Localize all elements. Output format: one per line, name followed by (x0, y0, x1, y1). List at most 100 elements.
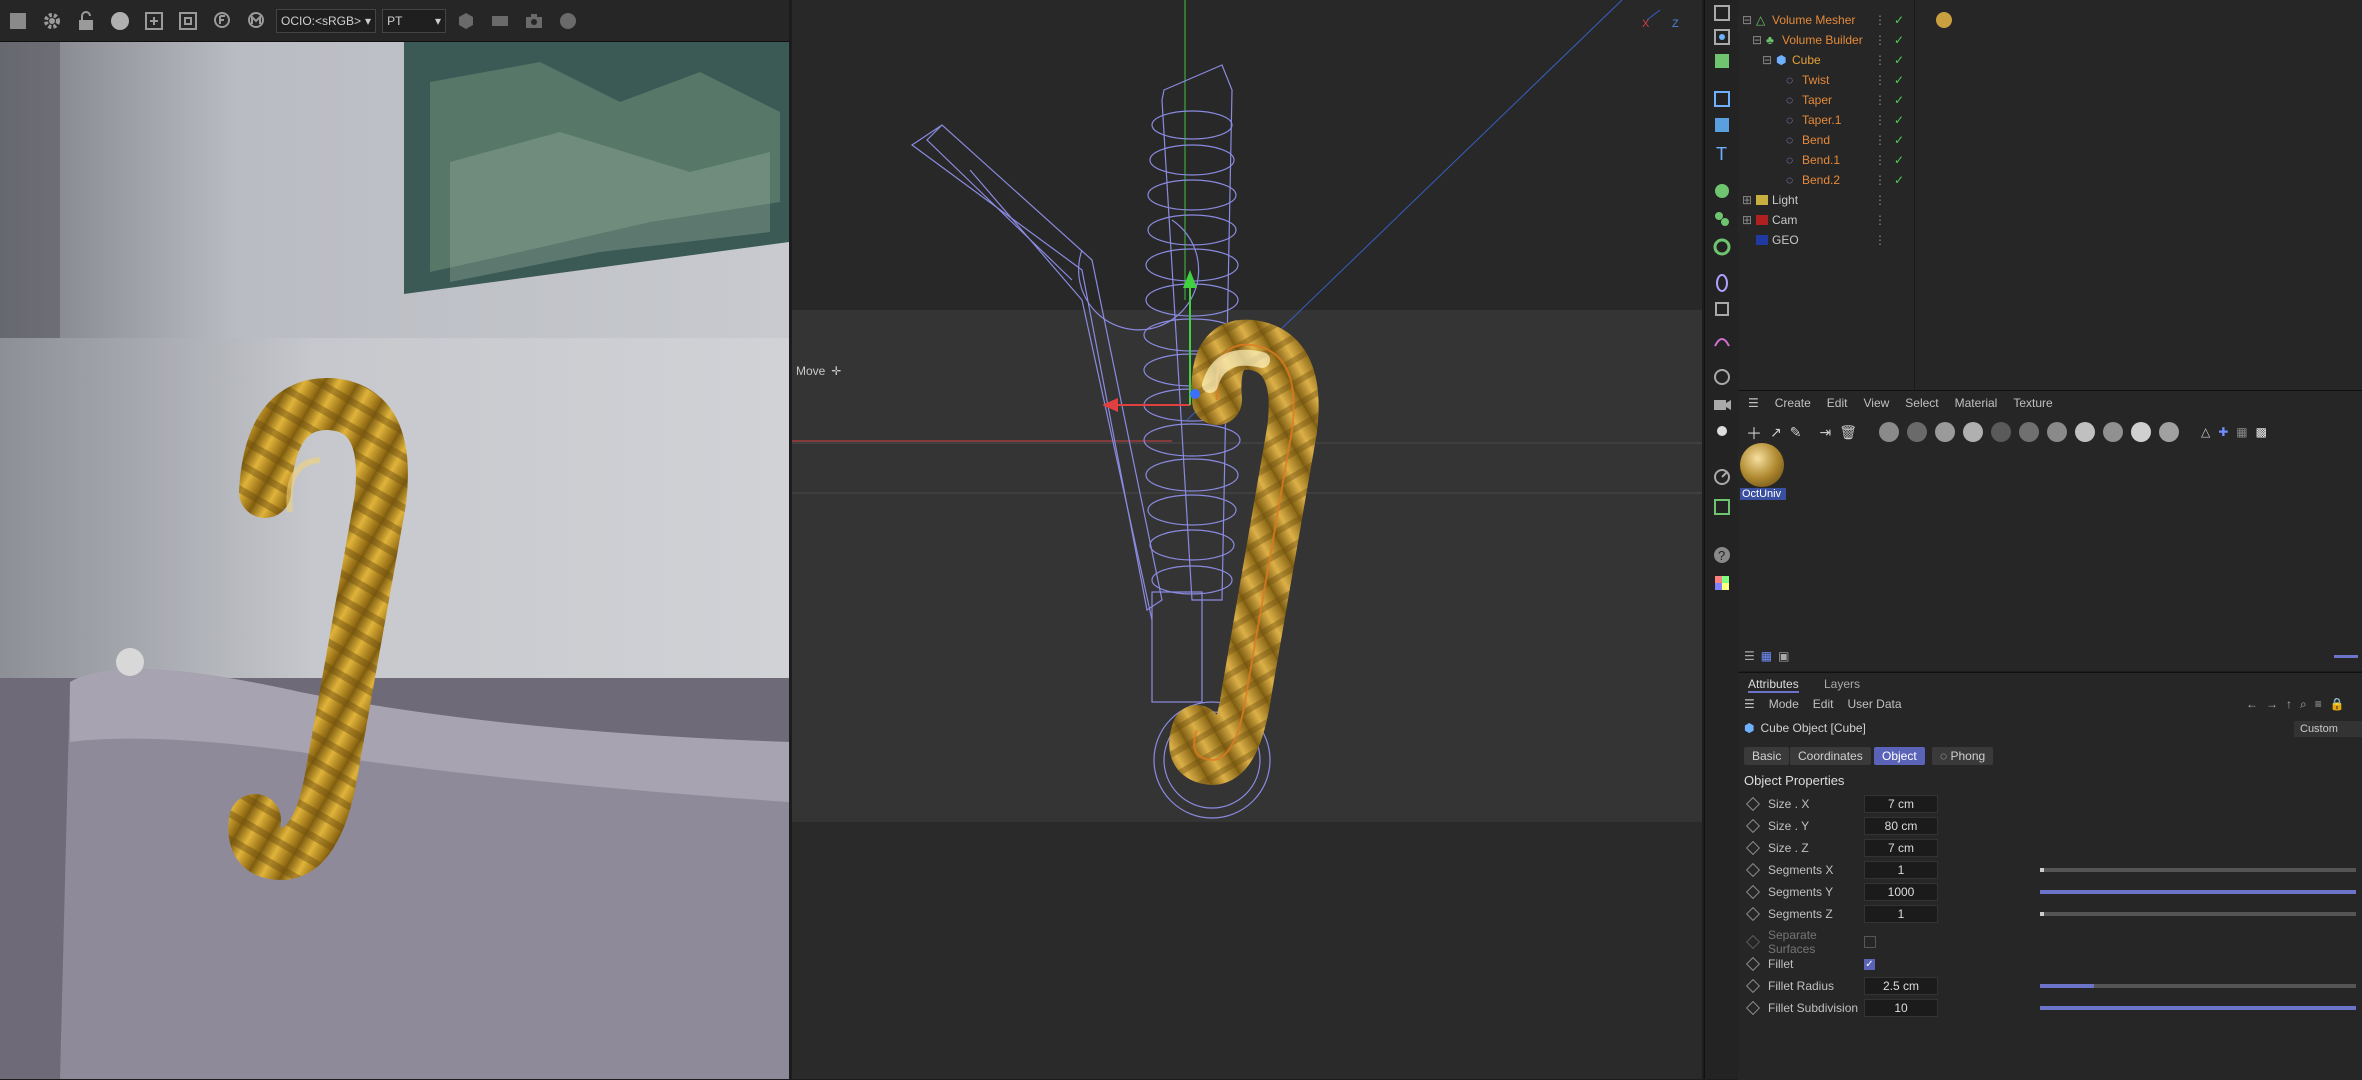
menu-view[interactable]: View (1863, 396, 1889, 410)
generator-gear-icon[interactable] (1711, 180, 1733, 202)
separate-surfaces-checkbox[interactable] (1864, 936, 1876, 948)
menu-mode[interactable]: Mode (1769, 697, 1799, 711)
material-preset-1-icon[interactable] (1879, 422, 1899, 442)
fillet-subdivision-slider[interactable] (2040, 1006, 2356, 1010)
material-preset-5-icon[interactable] (1991, 422, 2011, 442)
fillet-checkbox[interactable]: ✓ (1864, 958, 1875, 970)
hamburger-menu-icon[interactable]: ☰ (1748, 396, 1759, 410)
material-preset-4-icon[interactable] (1963, 422, 1983, 442)
tree-row-taper-1[interactable]: ◌ Taper.1 ⋮ ✓ (1738, 110, 2362, 130)
visibility-dots-icon[interactable]: ⋮ (1874, 53, 1886, 67)
keyframe-diamond-icon[interactable] (1745, 862, 1761, 878)
text-icon[interactable]: T (1711, 142, 1733, 164)
region-icon[interactable] (174, 7, 202, 35)
frame-icon[interactable] (1711, 88, 1733, 110)
visibility-dots-icon[interactable]: ⋮ (1874, 73, 1886, 87)
spline-icon[interactable] (1711, 330, 1733, 352)
keyframe-diamond-icon[interactable] (1745, 840, 1761, 856)
region-add-icon[interactable] (140, 7, 168, 35)
fillet-radius-input[interactable]: 2.5 cm (1864, 977, 1938, 995)
view-icon[interactable] (1711, 26, 1733, 48)
keyframe-diamond-icon[interactable] (1745, 884, 1761, 900)
measure-icon[interactable] (1711, 466, 1733, 488)
help-icon[interactable]: ? (1711, 544, 1733, 566)
add-icon[interactable]: ＋ (1746, 420, 1762, 444)
enabled-check-icon[interactable]: ✓ (1894, 113, 1904, 127)
enabled-check-icon[interactable]: ✓ (1894, 13, 1904, 27)
segments-y-input[interactable]: 1000 (1864, 883, 1938, 901)
visibility-dots-icon[interactable]: ⋮ (1874, 33, 1886, 47)
fillet-subdivision-input[interactable]: 10 (1864, 999, 1938, 1017)
enabled-check-icon[interactable]: ✓ (1894, 133, 1904, 147)
subtab-phong[interactable]: ◌ Phong (1932, 747, 1994, 765)
square-icon[interactable] (1711, 2, 1733, 24)
filter-icon[interactable]: ≡ (2315, 697, 2322, 712)
menu-user-data[interactable]: User Data (1847, 697, 1901, 711)
menu-edit[interactable]: Edit (1827, 396, 1848, 410)
segments-z-input[interactable]: 1 (1864, 905, 1938, 923)
slider-handle[interactable] (2040, 912, 2044, 916)
material-preset-3-icon[interactable] (1935, 422, 1955, 442)
node-editor-icon[interactable]: ✚ (2218, 425, 2228, 439)
segments-y-slider[interactable] (2040, 890, 2356, 894)
collapse-icon[interactable]: ⊟ (1762, 53, 1772, 67)
ocio-dropdown[interactable]: OCIO:<sRGB> ▾ (276, 8, 377, 33)
tab-attributes[interactable]: Attributes (1748, 677, 1799, 693)
menu-texture[interactable]: Texture (2013, 396, 2052, 410)
hamburger-menu-icon[interactable]: ☰ (1744, 697, 1755, 711)
tree-row-cube[interactable]: ⊟ ⬢ Cube ⋮ ✓ (1738, 50, 2362, 70)
segments-z-slider[interactable] (2040, 912, 2356, 916)
enabled-check-icon[interactable]: ✓ (1894, 33, 1904, 47)
material-preset-7-icon[interactable] (2047, 422, 2067, 442)
trash-icon[interactable]: 🗑 (1839, 424, 1857, 441)
enabled-check-icon[interactable]: ✓ (1894, 93, 1904, 107)
material-preset-11-icon[interactable] (2159, 422, 2179, 442)
large-view-icon[interactable]: ▣ (1778, 649, 1789, 663)
segments-x-input[interactable]: 1 (1864, 861, 1938, 879)
enabled-check-icon[interactable]: ✓ (1894, 73, 1904, 87)
menu-material[interactable]: Material (1955, 396, 1998, 410)
effector-gear-icon[interactable] (1711, 236, 1733, 258)
keyframe-diamond-icon[interactable] (1745, 1000, 1761, 1016)
menu-create[interactable]: Create (1775, 396, 1811, 410)
keyframe-diamond-icon[interactable] (1745, 796, 1761, 812)
hexagon-icon[interactable] (452, 7, 480, 35)
size-z-input[interactable]: 7 cm (1864, 839, 1938, 857)
visibility-dots-icon[interactable]: ⋮ (1874, 133, 1886, 147)
subtab-basic[interactable]: Basic (1744, 747, 1790, 765)
arrow-icon[interactable]: ↗ (1770, 424, 1782, 441)
light-icon[interactable] (1711, 420, 1733, 442)
thumbnail-size-slider[interactable] (2334, 655, 2358, 658)
material-pick-icon[interactable] (242, 7, 270, 35)
keyframe-diamond-icon[interactable] (1745, 956, 1761, 972)
keyframe-diamond-icon[interactable] (1745, 978, 1761, 994)
up-arrow-icon[interactable]: ↑ (2286, 697, 2292, 712)
search-icon[interactable]: ⌕ (2300, 697, 2307, 712)
sphere-icon[interactable] (106, 7, 134, 35)
enabled-check-icon[interactable]: ✓ (1894, 173, 1904, 187)
visibility-dots-icon[interactable]: ⋮ (1874, 173, 1886, 187)
octane-icon[interactable] (1711, 496, 1733, 518)
tree-row-cam[interactable]: ⊞ Cam ⋮ (1738, 210, 2362, 230)
expand-icon[interactable]: ⊞ (1742, 193, 1752, 207)
triangle-icon[interactable]: △ (2201, 425, 2210, 439)
enabled-check-icon[interactable]: ✓ (1894, 53, 1904, 67)
tree-row-bend[interactable]: ◌ Bend ⋮ ✓ (1738, 130, 2362, 150)
subtab-coordinates[interactable]: Coordinates (1790, 747, 1871, 765)
slider-handle[interactable] (2040, 868, 2044, 872)
back-arrow-icon[interactable]: ← (2246, 697, 2258, 712)
subtab-object[interactable]: Object (1874, 747, 1925, 765)
film-icon[interactable] (486, 7, 514, 35)
tree-row-volume-mesher[interactable]: ⊟ △ Volume Mesher ⋮ ✓ (1738, 10, 2362, 30)
focus-icon[interactable] (208, 7, 236, 35)
list-view-icon[interactable]: ☰ (1744, 649, 1755, 663)
material-preset-8-icon[interactable] (2075, 422, 2095, 442)
keyframe-diamond-icon[interactable] (1745, 818, 1761, 834)
enabled-check-icon[interactable]: ✓ (1894, 153, 1904, 167)
material-preset-9-icon[interactable] (2103, 422, 2123, 442)
menu-select[interactable]: Select (1905, 396, 1938, 410)
material-preset-2-icon[interactable] (1907, 422, 1927, 442)
collapse-icon[interactable]: ⊟ (1742, 13, 1752, 27)
keyframe-diamond-icon[interactable] (1745, 906, 1761, 922)
stop-render-icon[interactable] (4, 7, 32, 35)
